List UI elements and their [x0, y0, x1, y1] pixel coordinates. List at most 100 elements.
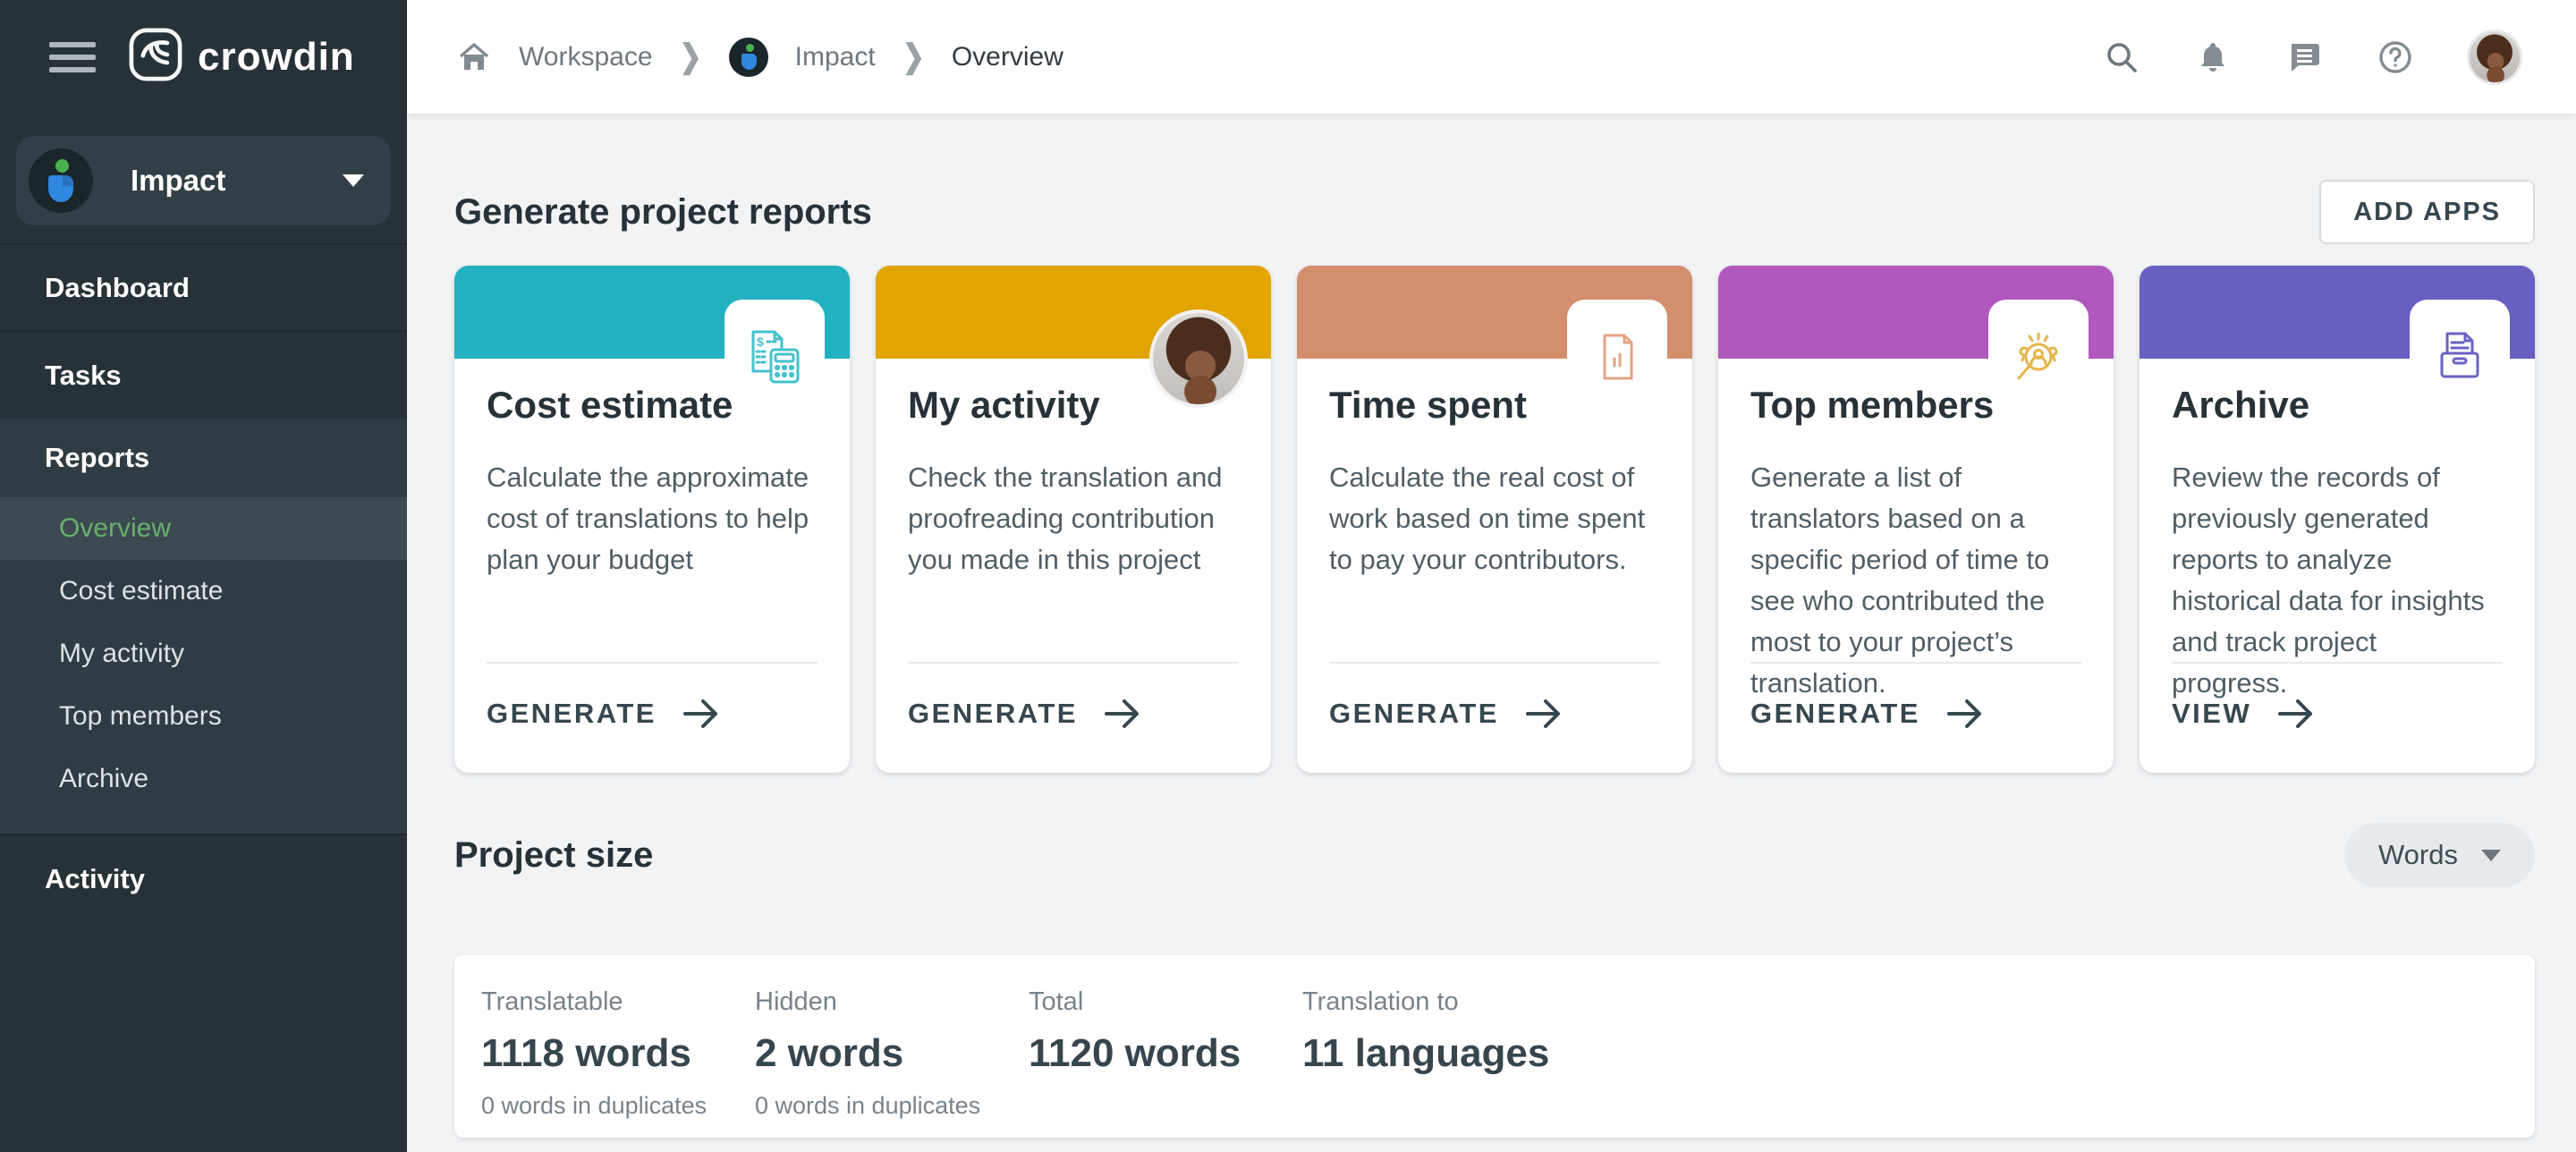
chevron-right-icon: ❯ — [680, 38, 702, 76]
card-description: Check the translation and proofreading c… — [876, 427, 1271, 580]
bell-icon[interactable] — [2193, 38, 2233, 77]
card-time-spent[interactable]: Time spent Calculate the real cost of wo… — [1297, 266, 1692, 773]
stat-value: 1118 words — [481, 1031, 755, 1076]
sidebar: crowdin Impact Dashboard Tasks Reports O… — [0, 0, 407, 1152]
project-logo-icon — [29, 148, 93, 213]
generate-button[interactable]: GENERATE — [487, 696, 721, 732]
stat-label: Translatable — [481, 987, 755, 1017]
stat-translatable: Translatable 1118 words 0 words in dupli… — [481, 987, 755, 1138]
card-footer: GENERATE — [487, 662, 818, 773]
report-cards: $ Cost estimate Calculate the approximat… — [454, 266, 2535, 773]
card-header: $ — [454, 266, 850, 359]
reports-header: Generate project reports ADD APPS — [454, 180, 2535, 244]
crowdin-wordmark: crowdin — [198, 35, 355, 80]
unit-selector-dropdown[interactable]: Words — [2344, 823, 2535, 887]
breadcrumb-current: Overview — [952, 42, 1063, 72]
project-selector[interactable]: Impact — [16, 136, 391, 225]
home-icon[interactable] — [456, 39, 492, 75]
stat-note: 0 words in duplicates — [481, 1092, 755, 1120]
view-button[interactable]: VIEW — [2172, 696, 2316, 732]
arrow-right-icon — [1103, 696, 1142, 732]
page-title: Generate project reports — [454, 192, 872, 233]
help-icon[interactable] — [2376, 38, 2415, 77]
action-label: GENERATE — [1329, 698, 1499, 730]
arrow-right-icon — [1945, 696, 1985, 732]
action-label: GENERATE — [487, 698, 657, 730]
card-footer: GENERATE — [1329, 662, 1660, 773]
unit-selector-value: Words — [2378, 839, 2458, 871]
arrow-right-icon — [2276, 696, 2316, 732]
card-header — [1297, 266, 1692, 359]
project-size-header: Project size Words — [454, 823, 2535, 887]
action-label: VIEW — [2172, 698, 2251, 730]
breadcrumb-workspace[interactable]: Workspace — [519, 42, 653, 72]
stat-note: 0 words in duplicates — [755, 1092, 1029, 1120]
project-size-title: Project size — [454, 835, 653, 876]
user-avatar[interactable] — [2467, 30, 2522, 85]
sidebar-item-activity[interactable]: Activity — [0, 835, 407, 922]
card-description: Calculate the real cost of work based on… — [1297, 427, 1692, 580]
card-footer: GENERATE — [908, 662, 1239, 773]
stat-value: 11 languages — [1302, 1031, 1576, 1076]
sidebar-item-reports[interactable]: Reports — [0, 419, 407, 497]
topbar-actions — [2102, 30, 2522, 85]
arrow-right-icon — [682, 696, 721, 732]
stat-label: Total — [1029, 987, 1302, 1017]
card-header — [1718, 266, 2114, 359]
breadcrumb-project-icon[interactable] — [729, 38, 768, 77]
invoice-calculator-icon: $ — [742, 325, 807, 389]
chevron-down-icon — [2481, 850, 2501, 861]
action-label: GENERATE — [1750, 698, 1920, 730]
generate-button[interactable]: GENERATE — [1750, 696, 1985, 732]
archive-box-icon — [2428, 325, 2492, 389]
card-description: Calculate the approximate cost of transl… — [454, 427, 850, 580]
project-name: Impact — [131, 164, 225, 198]
crowdin-logo[interactable]: crowdin — [128, 27, 355, 87]
app-root: crowdin Impact Dashboard Tasks Reports O… — [0, 0, 2576, 1152]
card-footer: GENERATE — [1750, 662, 2081, 773]
topbar: Workspace ❯ Impact ❯ Overview — [407, 0, 2576, 114]
sidebar-item-cost-estimate[interactable]: Cost estimate — [0, 560, 407, 623]
card-header — [2140, 266, 2535, 359]
arrow-right-icon — [1524, 696, 1563, 732]
crowdin-logo-icon — [128, 27, 183, 87]
sidebar-item-my-activity[interactable]: My activity — [0, 623, 407, 685]
generate-button[interactable]: GENERATE — [1329, 696, 1563, 732]
project-size-stats: Translatable 1118 words 0 words in dupli… — [454, 955, 2535, 1138]
hamburger-menu-icon[interactable] — [49, 35, 96, 80]
user-photo — [1149, 309, 1248, 408]
chevron-down-icon — [343, 174, 364, 187]
sidebar-header: crowdin — [0, 0, 407, 114]
sidebar-item-archive[interactable]: Archive — [0, 748, 407, 810]
stat-value: 2 words — [755, 1031, 1029, 1076]
card-header — [876, 266, 1271, 359]
chevron-right-icon: ❯ — [902, 38, 925, 76]
action-label: GENERATE — [908, 698, 1078, 730]
stat-value: 1120 words — [1029, 1031, 1302, 1076]
card-archive[interactable]: Archive Review the records of previously… — [2140, 266, 2535, 773]
messages-icon[interactable] — [2284, 38, 2324, 77]
stat-translation-to: Translation to 11 languages — [1302, 987, 1576, 1138]
stat-total: Total 1120 words — [1029, 987, 1302, 1138]
card-cost-estimate[interactable]: $ Cost estimate Calculate the approximat… — [454, 266, 850, 773]
card-footer: VIEW — [2172, 662, 2503, 773]
sidebar-item-tasks[interactable]: Tasks — [0, 332, 407, 419]
sidebar-item-overview[interactable]: Overview — [0, 497, 407, 560]
breadcrumb: Workspace ❯ Impact ❯ Overview — [456, 38, 1063, 77]
sidebar-reports-group: Reports Overview Cost estimate My activi… — [0, 419, 407, 835]
sidebar-item-dashboard[interactable]: Dashboard — [0, 245, 407, 332]
members-search-icon — [2006, 325, 2071, 389]
add-apps-button[interactable]: ADD APPS — [2319, 180, 2535, 244]
time-report-icon — [1585, 325, 1649, 389]
sidebar-nav: Dashboard Tasks Reports Overview Cost es… — [0, 243, 407, 922]
sidebar-item-top-members[interactable]: Top members — [0, 685, 407, 748]
svg-text:$: $ — [757, 335, 764, 349]
main-content: Generate project reports ADD APPS $ — [407, 114, 2576, 1152]
generate-button[interactable]: GENERATE — [908, 696, 1142, 732]
search-icon[interactable] — [2102, 38, 2141, 77]
card-top-members[interactable]: Top members Generate a list of translato… — [1718, 266, 2114, 773]
stat-label: Hidden — [755, 987, 1029, 1017]
breadcrumb-project[interactable]: Impact — [795, 42, 876, 72]
card-my-activity[interactable]: My activity Check the translation and pr… — [876, 266, 1271, 773]
stat-label: Translation to — [1302, 987, 1576, 1017]
